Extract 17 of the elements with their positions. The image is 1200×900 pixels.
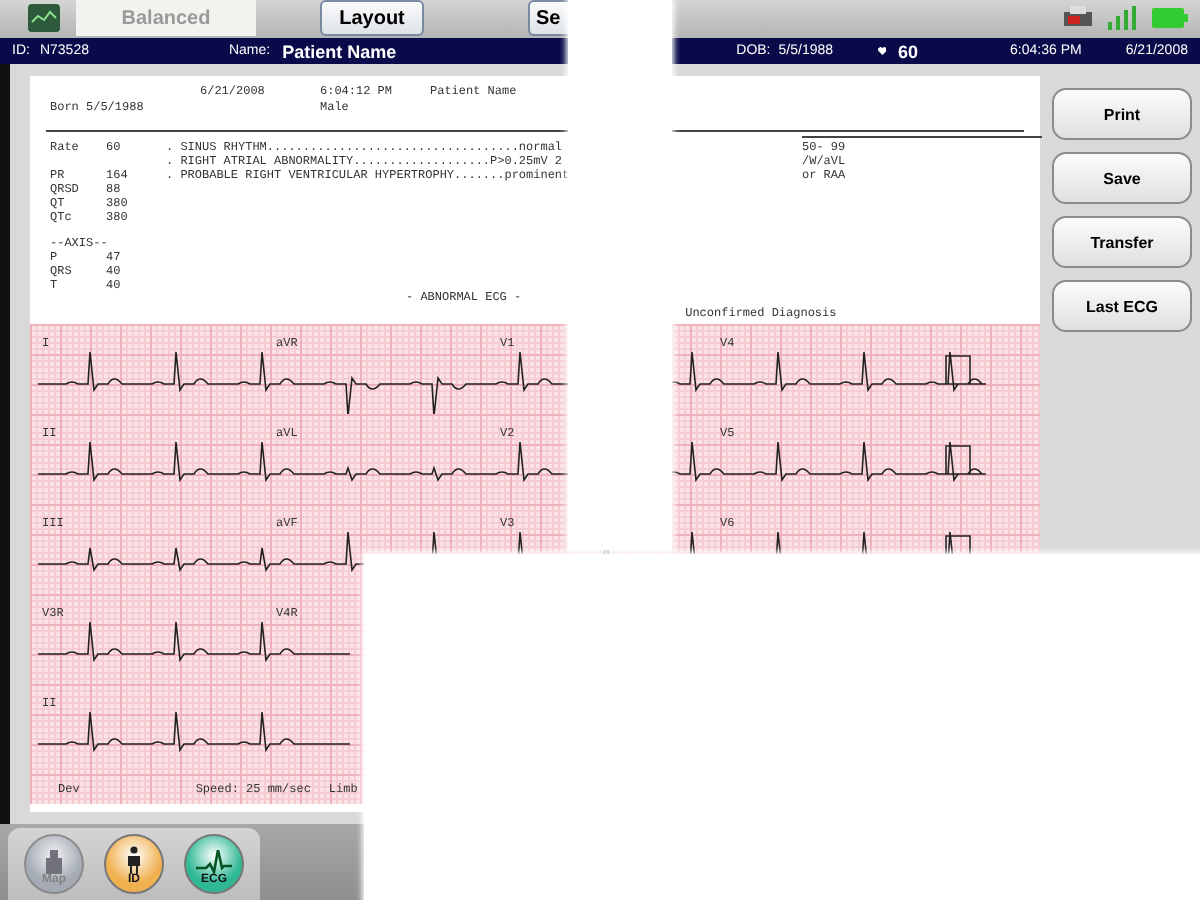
heart-icon [877,42,887,61]
toolbar-button[interactable]: Se [528,0,568,37]
monitor-icon[interactable] [28,4,60,33]
printer-icon [1064,6,1092,31]
battery-icon [1152,8,1188,29]
side-button[interactable]: Transfer [1052,216,1192,269]
side-button[interactable]: Print [1052,88,1192,141]
side-button[interactable]: Last ECG [1052,280,1192,333]
patient-name: Patient Name [282,41,397,62]
waveform-icon [196,850,232,875]
toolbar-button[interactable]: Layout [320,0,424,37]
signal-icon [1108,6,1136,31]
person-icon [126,846,142,875]
figure-icon [40,850,68,875]
heart-rate: 60 [898,41,919,62]
side-button[interactable]: Save [1052,152,1192,205]
mode-display: Balanced [76,0,256,37]
